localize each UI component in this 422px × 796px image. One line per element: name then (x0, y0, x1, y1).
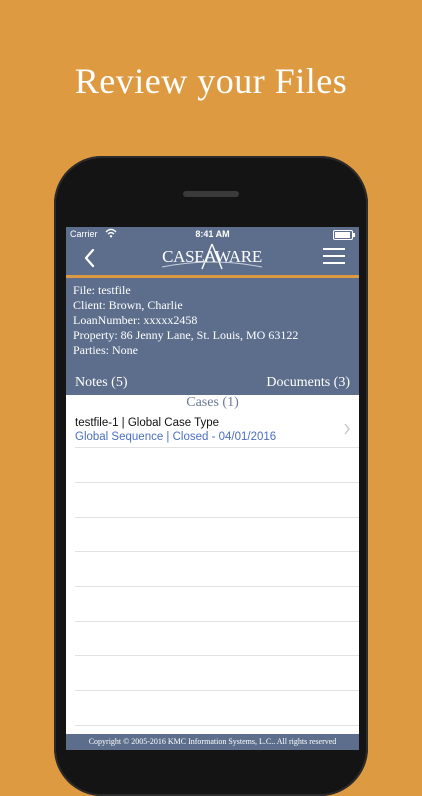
chevron-left-icon[interactable] (80, 246, 100, 270)
property-address: Property: 86 Jenny Lane, St. Louis, MO 6… (73, 328, 299, 342)
list-item[interactable]: testfile-1 | Global Case Type Global Seq… (66, 414, 359, 446)
case-title: testfile-1 | Global Case Type (75, 417, 220, 429)
parties: Parties: None (73, 343, 138, 357)
chevron-right-icon (344, 423, 350, 435)
cases-header: Cases (1) (186, 395, 239, 410)
row-divider (75, 447, 359, 448)
case-subtitle: Global Sequence | Closed - 04/01/2016 (75, 431, 277, 443)
phone-speaker (183, 191, 239, 197)
row-divider (75, 725, 359, 726)
logo-text: CASEAWARE (162, 247, 262, 266)
row-divider (75, 621, 359, 622)
headline: Review your Files (74, 61, 348, 101)
row-divider (75, 655, 359, 656)
client-name: Client: Brown, Charlie (73, 298, 183, 312)
copyright-footer: Copyright © 2005-2016 KMC Information Sy… (66, 734, 359, 750)
app-screen: Carrier 8:41 AM CASEAWARE File: testfile… (66, 227, 359, 750)
hamburger-menu-icon[interactable] (323, 248, 345, 266)
nav-bar: Carrier 8:41 AM CASEAWARE (66, 227, 359, 275)
row-divider (75, 551, 359, 552)
caseaware-logo: CASEAWARE (162, 243, 262, 271)
file-tabs: Notes (5) Documents (3) (66, 371, 359, 395)
battery-icon (333, 230, 355, 240)
row-divider (75, 690, 359, 691)
tab-notes[interactable]: Notes (5) (75, 375, 128, 391)
file-name: File: testfile (73, 283, 131, 297)
tab-documents[interactable]: Documents (3) (266, 375, 350, 391)
status-bar: Carrier 8:41 AM (66, 227, 359, 241)
row-divider (75, 517, 359, 518)
loan-number: LoanNumber: xxxxx2458 (73, 313, 198, 327)
row-divider (75, 482, 359, 483)
row-divider (75, 586, 359, 587)
status-time: 8:41 AM (195, 229, 230, 239)
file-info-panel: File: testfile Client: Brown, Charlie Lo… (66, 278, 359, 395)
